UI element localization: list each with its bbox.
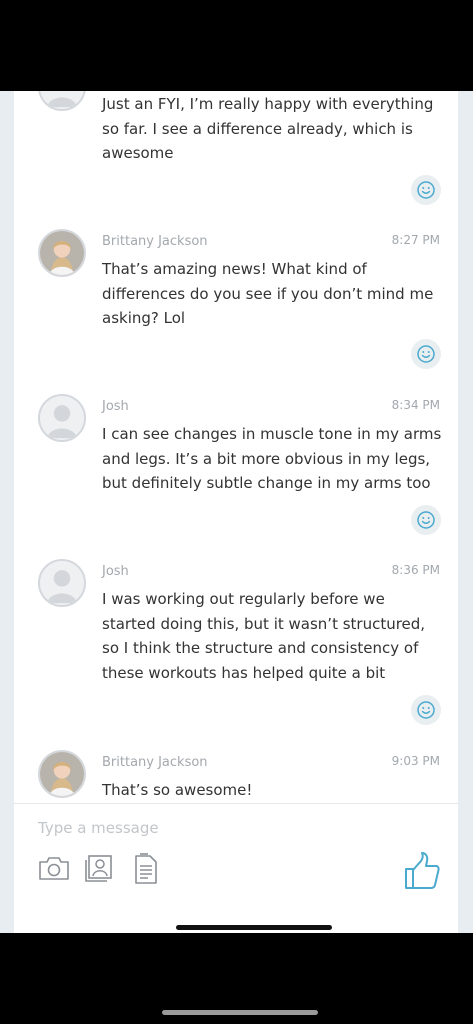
smiley-icon bbox=[417, 345, 435, 363]
sender-name: Brittany Jackson bbox=[102, 234, 208, 249]
status-bar-area bbox=[0, 0, 473, 91]
smiley-icon bbox=[417, 181, 435, 199]
add-reaction-button[interactable] bbox=[411, 505, 441, 535]
add-reaction-button[interactable] bbox=[411, 339, 441, 369]
document-button[interactable] bbox=[134, 853, 158, 885]
composer-divider bbox=[14, 803, 458, 804]
document-icon bbox=[135, 853, 157, 884]
person-placeholder-icon bbox=[38, 91, 86, 111]
camera-button[interactable] bbox=[38, 855, 70, 881]
sender-name: Josh bbox=[102, 564, 129, 579]
chat-screen: Just an FYI, I’m really happy with every… bbox=[0, 91, 473, 933]
add-reaction-button[interactable] bbox=[411, 695, 441, 725]
add-reaction-button[interactable] bbox=[411, 175, 441, 205]
home-indicator bbox=[176, 925, 332, 930]
smiley-icon bbox=[417, 701, 435, 719]
avatar bbox=[38, 229, 86, 277]
contact-card-icon bbox=[85, 855, 112, 882]
message-timestamp: 8:27 PM bbox=[391, 233, 440, 247]
avatar bbox=[38, 750, 86, 798]
person-placeholder-icon bbox=[38, 559, 86, 607]
message-text: That’s so awesome! bbox=[102, 781, 253, 799]
message-input[interactable] bbox=[38, 817, 438, 839]
contact-card-button[interactable] bbox=[85, 854, 115, 882]
message-text: I can see changes in muscle tone in my a… bbox=[102, 425, 442, 492]
home-indicator bbox=[162, 1010, 318, 1015]
thumbs-up-icon bbox=[405, 852, 440, 889]
sender-name: Josh bbox=[102, 399, 129, 414]
message-text: That’s amazing news! What kind of differ… bbox=[102, 260, 434, 327]
message-text: Just an FYI, I’m really happy with every… bbox=[102, 95, 434, 162]
message-timestamp: 9:03 PM bbox=[391, 754, 440, 768]
conversation-panel: Just an FYI, I’m really happy with every… bbox=[14, 91, 458, 933]
person-placeholder-icon bbox=[38, 394, 86, 442]
message-timestamp: 8:36 PM bbox=[391, 563, 440, 577]
smiley-icon bbox=[417, 511, 435, 529]
message-timestamp: 8:34 PM bbox=[391, 398, 440, 412]
camera-icon bbox=[39, 857, 69, 880]
message-text: I was working out regularly before we st… bbox=[102, 590, 426, 682]
sender-name: Brittany Jackson bbox=[102, 755, 208, 770]
like-button[interactable] bbox=[403, 851, 441, 895]
